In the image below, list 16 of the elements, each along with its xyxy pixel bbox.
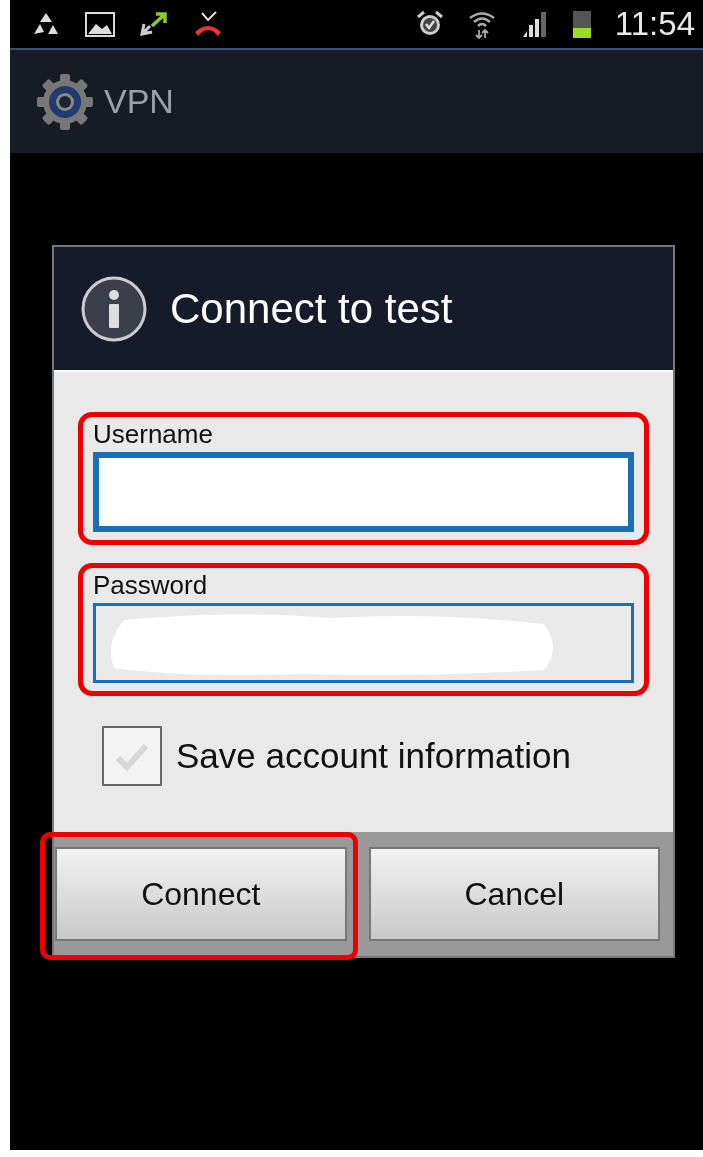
- info-icon: [80, 274, 148, 343]
- field-label: Username: [93, 419, 214, 450]
- field-label: Password: [93, 570, 209, 601]
- image-icon: [84, 10, 116, 38]
- input-field[interactable]: [93, 603, 634, 683]
- input-field[interactable]: [93, 452, 634, 532]
- arrows-icon: [138, 10, 170, 38]
- missed-call-icon: [192, 10, 224, 38]
- dialog-title: Connect to test: [170, 284, 453, 333]
- connect-button[interactable]: Connect: [55, 847, 347, 941]
- battery-icon: [570, 9, 593, 39]
- clock: 11:54: [614, 5, 695, 43]
- checkbox[interactable]: [102, 726, 162, 786]
- checkbox-label: Save account information: [176, 736, 571, 776]
- cancel-button[interactable]: Cancel: [368, 847, 660, 941]
- screen-title: VPN: [104, 82, 174, 121]
